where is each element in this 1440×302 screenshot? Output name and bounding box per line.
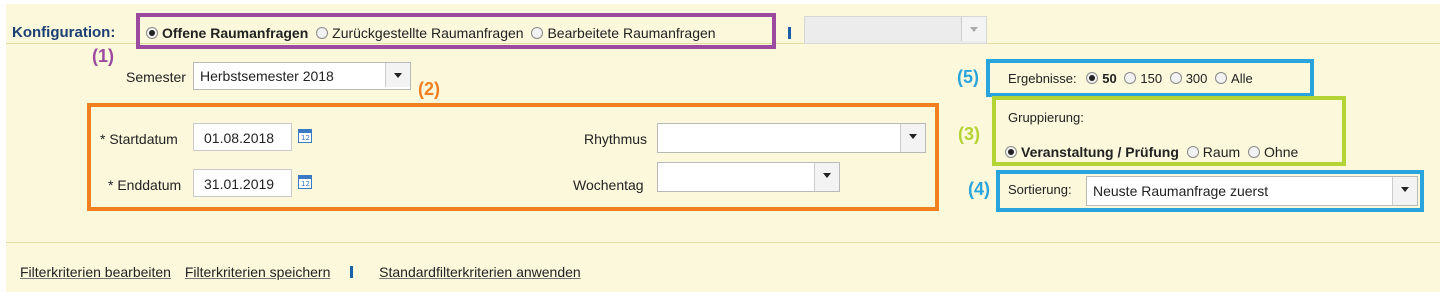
semester-select[interactable]: Herbstsemester 2018	[193, 62, 411, 90]
ergebnisse-option-alle[interactable]: Alle	[1215, 71, 1253, 86]
gruppierung-option-veranstaltung[interactable]: Veranstaltung / Prüfung	[1005, 144, 1179, 160]
radio-icon[interactable]	[316, 27, 329, 39]
radio-selected-icon[interactable]	[146, 27, 158, 39]
edit-filters-link[interactable]: Filterkriterien bearbeiten	[20, 264, 171, 280]
annotation-3: (3)	[958, 124, 980, 144]
divider	[6, 242, 1440, 243]
startdatum-value: 01.08.2018	[204, 130, 275, 146]
radio-icon[interactable]	[1169, 72, 1182, 84]
dropdown-arrow-icon[interactable]	[385, 63, 410, 87]
radio-icon[interactable]	[1124, 72, 1137, 84]
enddatum-label: * Enddatum	[108, 177, 182, 193]
enddatum-value: 31.01.2019	[204, 176, 275, 192]
radio-icon[interactable]	[1186, 146, 1199, 158]
annotation-2: (2)	[418, 79, 440, 99]
annotation-5: (5)	[957, 67, 979, 87]
config-option-bearbeitete[interactable]: Bearbeitete Raumanfragen	[531, 25, 716, 41]
dropdown-arrow-icon[interactable]	[814, 163, 839, 191]
dropdown-arrow-icon[interactable]	[961, 17, 986, 41]
ergebnisse-group: Ergebnisse: 50 150 300 Alle	[1008, 71, 1253, 86]
calendar-icon[interactable]: 12	[298, 175, 312, 189]
annotation-4: (4)	[968, 179, 990, 199]
rhythmus-select[interactable]	[657, 123, 926, 153]
radio-icon[interactable]	[531, 27, 544, 39]
config-label: Konfiguration:	[12, 24, 116, 41]
footer-links: Filterkriterien bearbeiten Filterkriteri…	[20, 264, 581, 280]
semester-value: Herbstsemester 2018	[200, 68, 334, 84]
dropdown-arrow-icon[interactable]	[1392, 177, 1417, 205]
gruppierung-option-ohne[interactable]: Ohne	[1248, 144, 1298, 160]
save-filters-link[interactable]: Filterkriterien speichern	[185, 264, 331, 280]
ergebnisse-option-50[interactable]: 50	[1086, 71, 1117, 86]
wochentag-select[interactable]	[657, 162, 840, 192]
gruppierung-options: Veranstaltung / Prüfung Raum Ohne	[1005, 144, 1298, 160]
separator	[788, 27, 791, 39]
config-option-zurueckgestellte[interactable]: Zurückgestellte Raumanfragen	[316, 25, 524, 41]
sortierung-select[interactable]: Neuste Raumanfrage zuerst	[1086, 176, 1418, 206]
startdatum-label: * Startdatum	[100, 131, 178, 147]
config-extra-select[interactable]	[804, 16, 987, 44]
sortierung-value: Neuste Raumanfrage zuerst	[1093, 183, 1269, 199]
dropdown-arrow-icon[interactable]	[900, 124, 925, 152]
ergebnisse-option-150[interactable]: 150	[1124, 71, 1162, 86]
enddatum-input[interactable]: 31.01.2019	[193, 169, 292, 197]
radio-selected-icon[interactable]	[1005, 146, 1017, 158]
apply-default-filters-link[interactable]: Standardfilterkriterien anwenden	[379, 264, 581, 280]
radio-icon[interactable]	[1215, 72, 1228, 84]
radio-icon[interactable]	[1248, 146, 1261, 158]
radio-selected-icon[interactable]	[1086, 72, 1099, 84]
semester-label: Semester	[126, 69, 186, 85]
startdatum-input[interactable]: 01.08.2018	[193, 123, 292, 151]
rhythmus-label: Rhythmus	[584, 131, 648, 147]
sortierung-label: Sortierung:	[1008, 182, 1072, 197]
gruppierung-label: Gruppierung:	[1008, 110, 1084, 125]
annotation-1: (1)	[92, 46, 114, 66]
wochentag-label: Wochentag	[573, 177, 644, 193]
calendar-icon[interactable]: 12	[298, 129, 312, 143]
ergebnisse-label: Ergebnisse:	[1008, 71, 1077, 86]
ergebnisse-option-300[interactable]: 300	[1169, 71, 1207, 86]
config-option-offene[interactable]: Offene Raumanfragen	[146, 25, 308, 41]
gruppierung-option-raum[interactable]: Raum	[1186, 144, 1240, 160]
separator	[350, 266, 354, 278]
config-options: Offene Raumanfragen Zurückgestellte Raum…	[146, 25, 716, 41]
